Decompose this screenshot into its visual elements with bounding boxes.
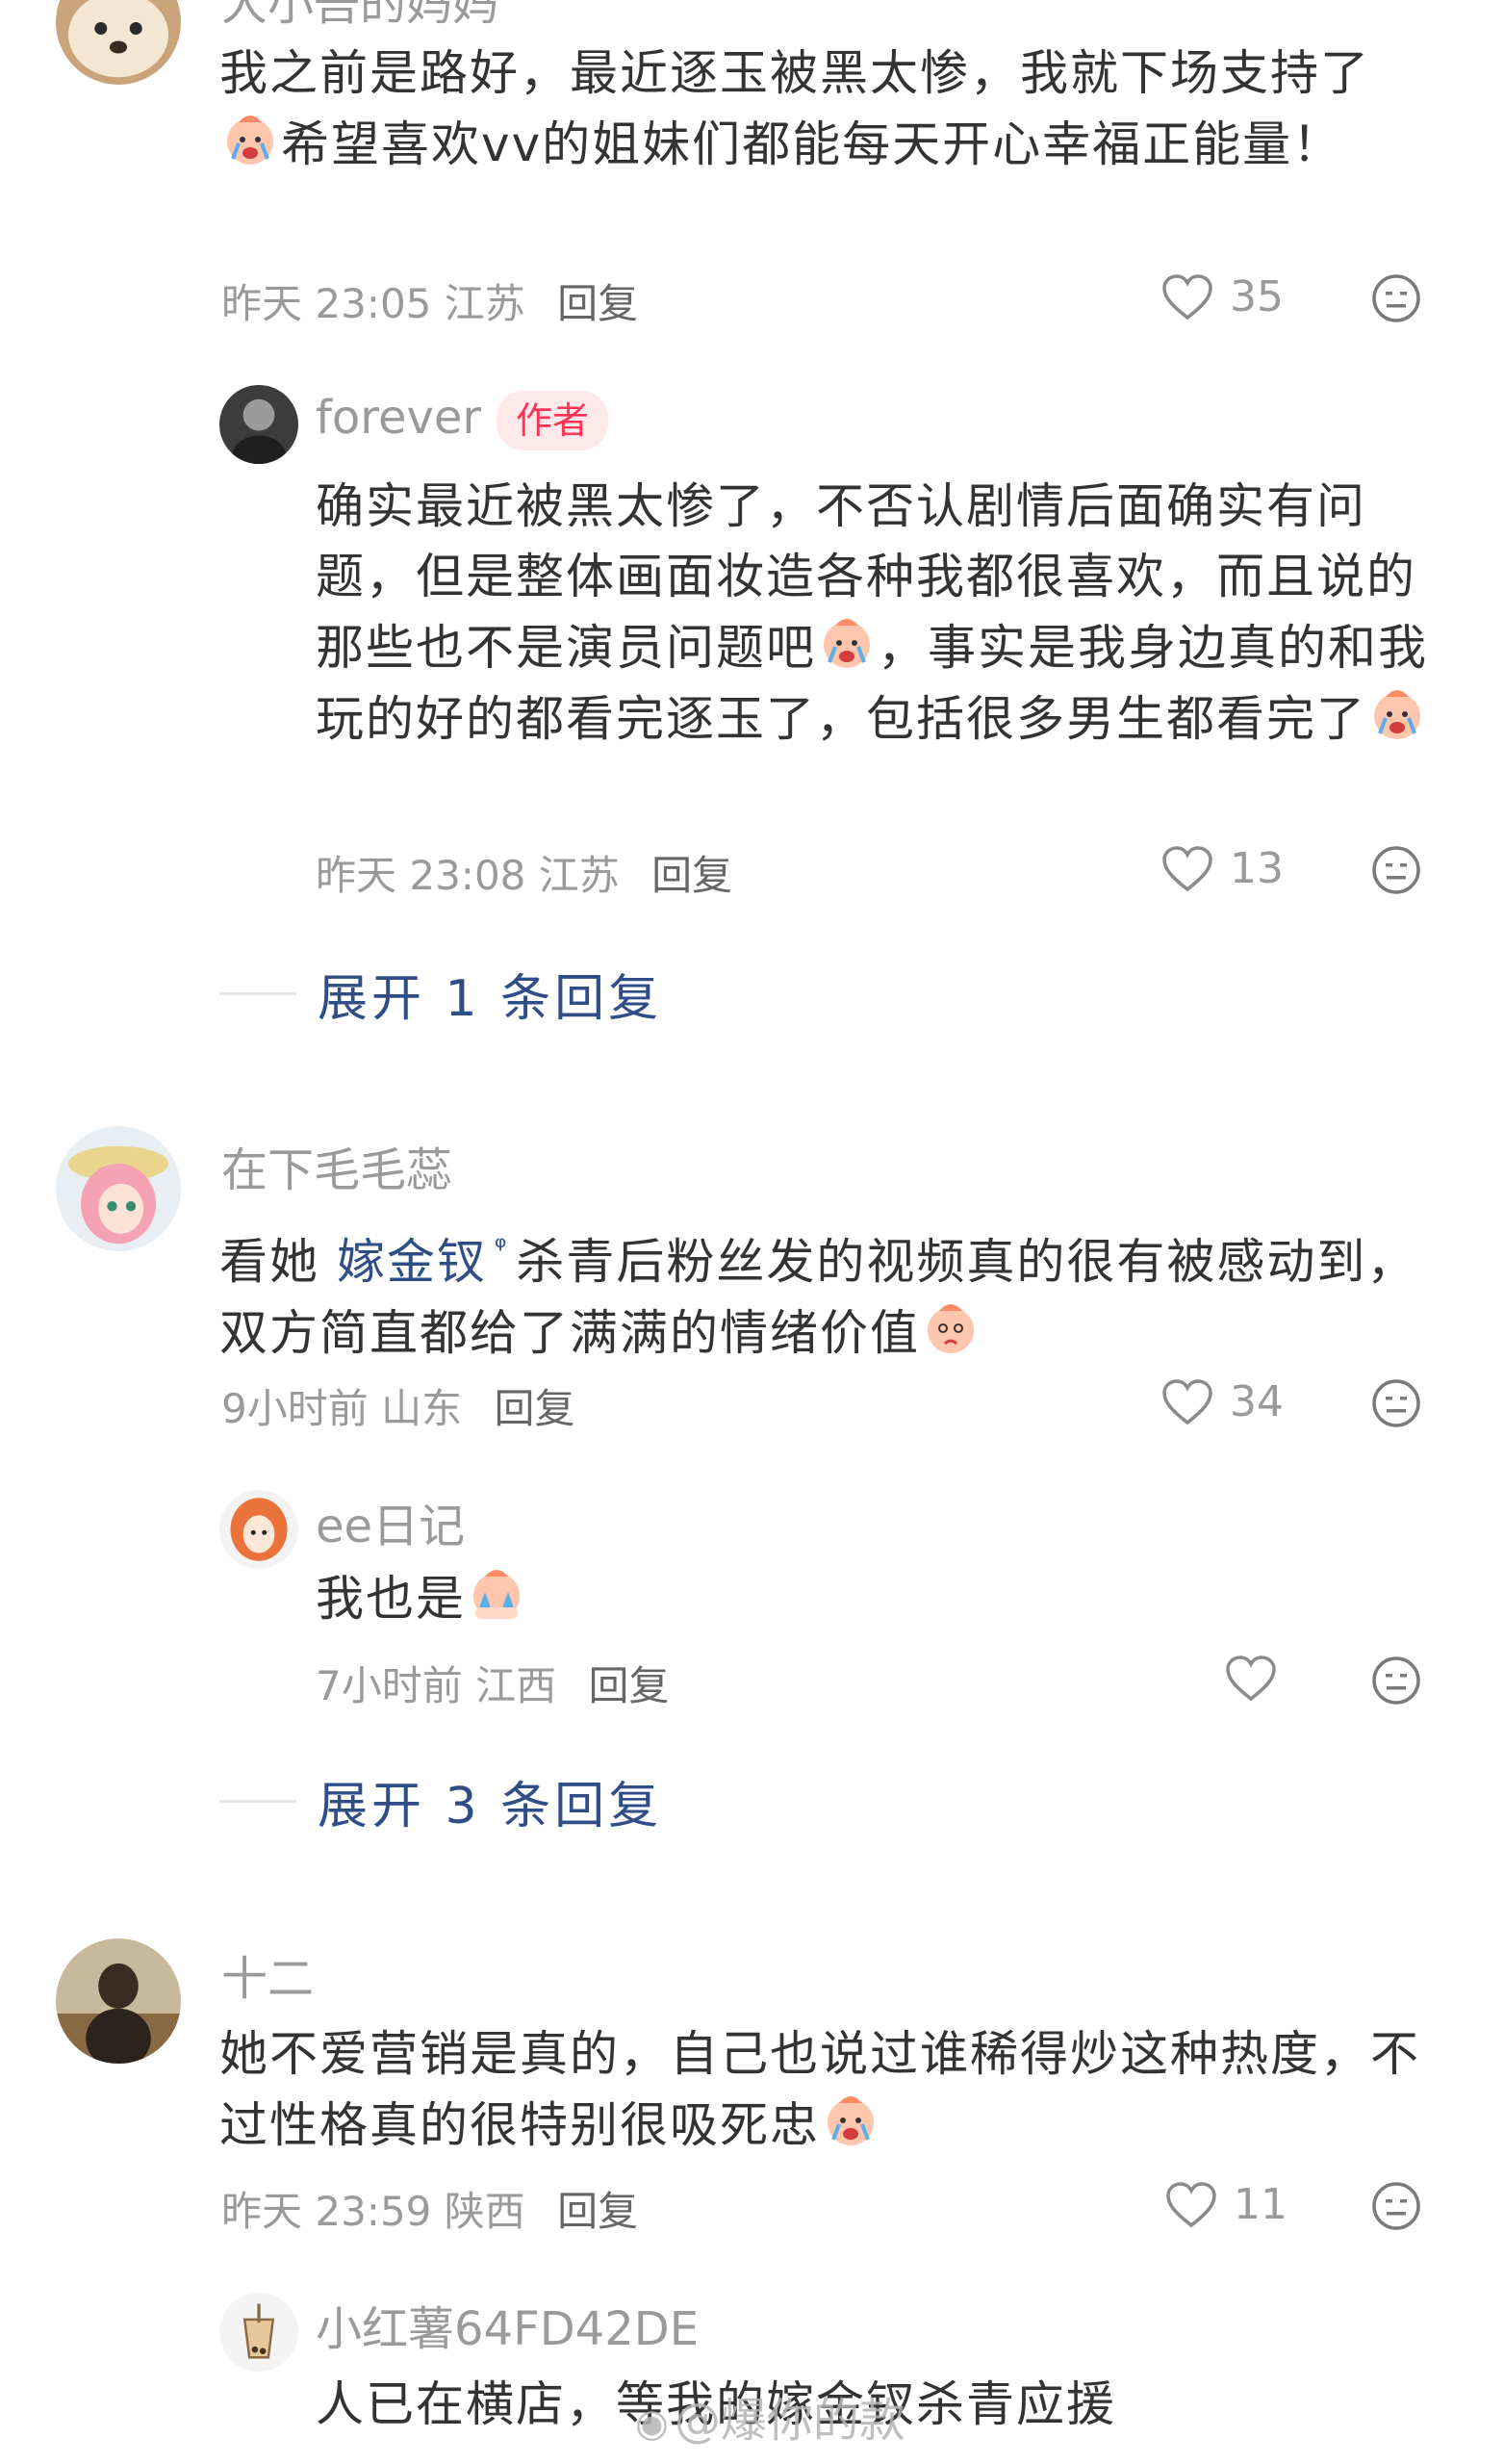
expand-divider — [219, 992, 296, 995]
expand-replies-label: 展开 3 条回复 — [318, 1778, 663, 1835]
comment-2-reply-time: 7小时前 — [316, 1662, 463, 1709]
shier-avatar-image — [56, 1938, 181, 2064]
search-link-icon: ᵠ — [494, 1231, 509, 1265]
weibo-icon: ◉ — [635, 2401, 669, 2446]
comment-2-meta: 9小时前 山东 回复 — [221, 1376, 574, 1435]
smiley-icon — [1372, 2182, 1420, 2230]
comment-3-time: 昨天 23:59 — [221, 2188, 432, 2235]
comment-2-reply-emoji-reply-button[interactable] — [1370, 1655, 1422, 1707]
smiley-icon — [1372, 1379, 1420, 1427]
comment-1-reply-button[interactable]: 回复 — [557, 280, 638, 327]
comment-2-location: 山东 — [381, 1385, 463, 1432]
comment-2-username[interactable]: 在下毛毛蕊 — [221, 1132, 452, 1199]
comment-1-like-button[interactable]: 35 — [1160, 272, 1284, 321]
comment-2-emoji-reply-button[interactable] — [1370, 1377, 1422, 1429]
comment-3-text: 她不爱营销是真的，自己也说过谁稀得炒这种热度，不过性格真的很特别很吸死忠 — [219, 2026, 1420, 2153]
comment-1-emoji-reply-button[interactable] — [1370, 272, 1422, 324]
comment-1-reply-username[interactable]: forever — [316, 391, 481, 445]
crying-emoji-icon — [1366, 683, 1428, 745]
comment-1-reply-like-count: 13 — [1230, 844, 1284, 893]
comment-1-reply-text: 确实最近被黑太惨了，不否认剧情后面确实有问题，但是整体画面妆造各种我都很喜欢，而… — [316, 478, 1428, 747]
crying-emoji-icon — [219, 109, 281, 170]
comment-1-reply-location: 江苏 — [538, 852, 620, 899]
forever-avatar-image — [219, 385, 298, 464]
comment-1-reply-like-button[interactable]: 13 — [1160, 844, 1284, 893]
comment-1-username[interactable]: 大小吾的妈妈 — [221, 0, 498, 33]
comment-1-like-count: 35 — [1230, 272, 1284, 321]
avatar-xiaohongshu-user[interactable] — [219, 2293, 298, 2372]
comment-3-like-count: 11 — [1234, 2180, 1287, 2229]
comment-3-like-button[interactable]: 11 — [1164, 2180, 1287, 2229]
comment-1-reply-reply-button[interactable]: 回复 — [651, 852, 732, 899]
comment-2-like-button[interactable]: 34 — [1160, 1377, 1284, 1426]
smiley-icon — [1372, 1656, 1420, 1705]
drama-link-jiajinchai[interactable]: 嫁金钗 — [337, 1234, 487, 1290]
heart-icon — [1166, 2181, 1216, 2227]
comment-1-time: 昨天 23:05 — [221, 280, 432, 327]
comment-3-meta: 昨天 23:59 陕西 回复 — [221, 2179, 638, 2238]
heart-icon — [1162, 845, 1212, 891]
comment-3-username[interactable]: 十二 — [221, 1940, 314, 2008]
comment-2-reply-reply-button[interactable]: 回复 — [588, 1662, 669, 1709]
dog-avatar-image — [56, 0, 181, 85]
comment-1-text: 我之前是路好，最近逐玉被黑太惨，我就下场支持了 希望喜欢vv的姐妹们都能每天开心幸… — [219, 45, 1370, 172]
comment-1-reply-emoji-reply-button[interactable] — [1370, 844, 1422, 896]
comment-2-reply-like-button[interactable] — [1224, 1655, 1293, 1703]
avatar-maomaorui[interactable] — [56, 1126, 181, 1251]
comment-3-location: 陕西 — [444, 2188, 525, 2235]
comment-2-expand-replies[interactable]: 展开 3 条回复 — [219, 1765, 662, 1837]
smiley-icon — [1372, 846, 1420, 894]
heart-icon — [1162, 1378, 1212, 1424]
author-badge: 作者 — [497, 391, 609, 450]
anime-girl-avatar-image — [56, 1126, 181, 1251]
comment-2-like-count: 34 — [1230, 1377, 1284, 1426]
comment-3-reply-button[interactable]: 回复 — [557, 2188, 638, 2235]
avatar-dog[interactable] — [56, 0, 181, 85]
comment-2-reply-username[interactable]: ee日记 — [316, 1488, 465, 1555]
comment-2-reply-location: 江西 — [475, 1662, 557, 1709]
comment-2-time: 9小时前 — [221, 1385, 369, 1432]
expand-replies-label: 展开 1 条回复 — [318, 970, 663, 1028]
expand-divider — [219, 1800, 296, 1803]
bubble-tea-avatar-image — [219, 2293, 298, 2372]
sad-emoji-icon — [920, 1297, 981, 1359]
comment-1-meta: 昨天 23:05 江苏 回复 — [221, 271, 638, 330]
comment-1-reply-time: 昨天 23:08 — [316, 852, 526, 899]
avatar-shier[interactable] — [56, 1938, 181, 2064]
crying-emoji-icon — [820, 2090, 881, 2151]
crying-emoji-icon — [816, 612, 878, 674]
comment-2-reply-button[interactable]: 回复 — [494, 1385, 574, 1432]
comment-1-expand-replies[interactable]: 展开 1 条回复 — [219, 958, 662, 1030]
cover-face-crying-emoji-icon — [466, 1563, 527, 1625]
avatar-forever[interactable] — [219, 385, 298, 464]
ee-diary-avatar-image — [219, 1490, 298, 1569]
comment-3-emoji-reply-button[interactable] — [1370, 2180, 1422, 2232]
avatar-ee-diary[interactable] — [219, 1490, 298, 1569]
comment-3-reply-username[interactable]: 小红薯64FD42DE — [316, 2291, 699, 2358]
heart-icon — [1226, 1656, 1276, 1702]
watermark: ◉ @爆你的款 — [635, 2394, 905, 2448]
comment-1-location: 江苏 — [444, 280, 525, 327]
comment-1-reply-meta: 昨天 23:08 江苏 回复 — [316, 843, 732, 902]
comment-2-reply-meta: 7小时前 江西 回复 — [316, 1654, 669, 1712]
comment-2-reply-text: 我也是 — [316, 1563, 1432, 1634]
heart-icon — [1162, 273, 1212, 320]
smiley-icon — [1372, 274, 1420, 322]
comment-2-text: 看她 嫁金钗 ᵠ 杀青后粉丝发的视频真的很有被感动到，双方简直都给了满满的情绪价值 — [219, 1231, 1417, 1361]
